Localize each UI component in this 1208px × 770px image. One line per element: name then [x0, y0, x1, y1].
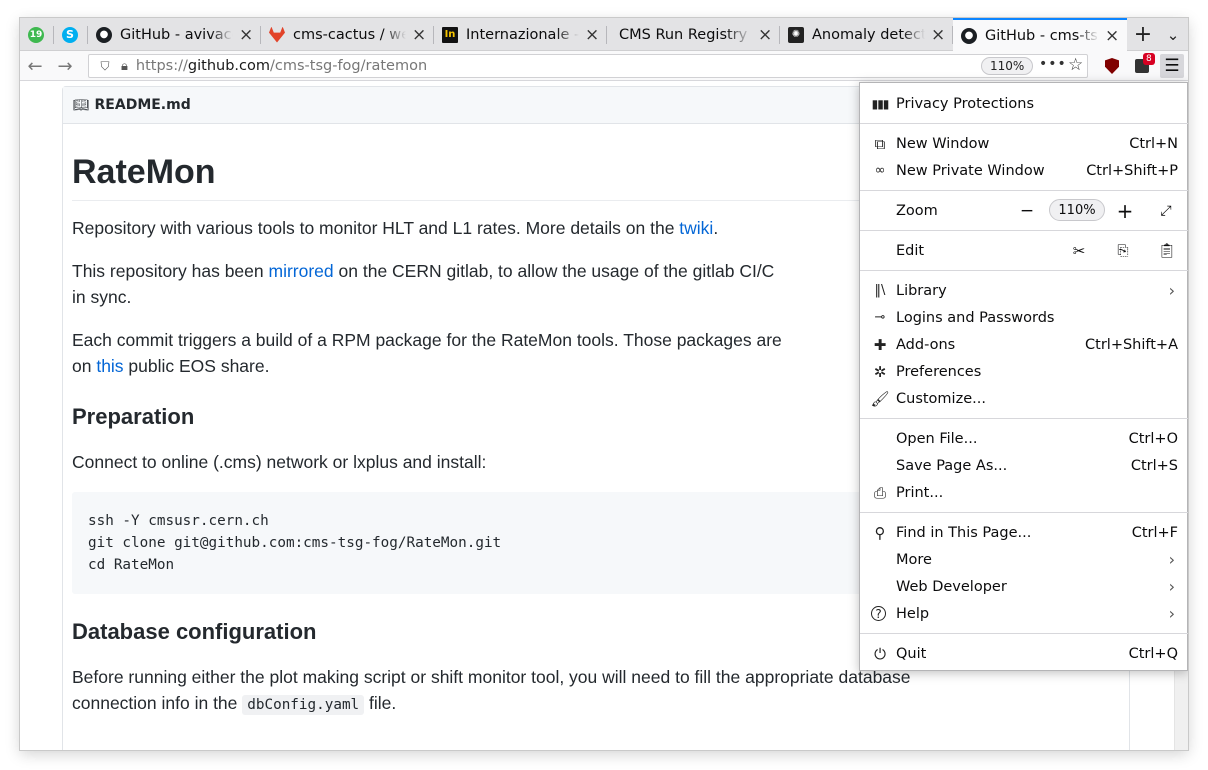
- menu-preferences[interactable]: ✲ Preferences: [860, 358, 1188, 385]
- internazionale-icon: In: [442, 26, 458, 43]
- chevron-right-icon: ›: [1168, 604, 1175, 623]
- tab-title: Anomaly detecti: [812, 26, 925, 43]
- menu-save-page[interactable]: Save Page As... Ctrl+S: [860, 452, 1188, 479]
- lock-icon[interactable]: 🔒︎: [121, 59, 128, 74]
- url-text[interactable]: https://github.com/cms-tsg-fog/ratemon: [136, 58, 427, 74]
- key-icon: ⊸: [874, 310, 886, 325]
- tab-cms-cactus[interactable]: cms-cactus / we ×: [261, 18, 434, 51]
- chart-icon: ▮▮▮: [871, 96, 890, 111]
- tab-title: CMS Run Registry: [619, 26, 748, 43]
- chevron-right-icon: ›: [1168, 550, 1175, 569]
- skype-icon: S: [62, 26, 78, 43]
- menu-new-private-window[interactable]: ∞ New Private Window Ctrl+Shift+P: [860, 157, 1188, 184]
- tab-internazionale[interactable]: In Internazionale - ×: [434, 18, 607, 51]
- nav-bar: ← → ⛉ 🔒︎ https://github.com/cms-tsg-fog/…: [20, 51, 1188, 81]
- menu-customize[interactable]: 🖌︎ Customize...: [860, 385, 1188, 412]
- mask-icon: ∞: [874, 163, 886, 178]
- menu-privacy-protections[interactable]: ▮▮▮ Privacy Protections: [860, 90, 1188, 117]
- ublock-icon[interactable]: [1100, 54, 1124, 78]
- tab-title: GitHub - avivace: [120, 26, 233, 43]
- readme-filename: README.md: [94, 97, 191, 113]
- help-icon: ?: [871, 606, 886, 621]
- cut-icon[interactable]: ✂: [1068, 237, 1090, 264]
- tab-notifications[interactable]: 19: [20, 18, 54, 51]
- extensions-icon[interactable]: 8: [1130, 53, 1155, 78]
- chevron-right-icon: ›: [1168, 577, 1175, 596]
- menu-library[interactable]: ‖\ Library ›: [860, 277, 1188, 304]
- close-icon[interactable]: ×: [1105, 27, 1119, 44]
- menu-print[interactable]: ⎙ Print...: [860, 479, 1188, 506]
- tab-skype[interactable]: S: [54, 18, 88, 51]
- paste-icon[interactable]: 📋︎: [1156, 237, 1178, 264]
- chevron-right-icon: ›: [1168, 281, 1175, 300]
- menu-zoom: Zoom − 110% + ⤢: [860, 197, 1188, 224]
- menu-open-file[interactable]: Open File... Ctrl+O: [860, 425, 1188, 452]
- menu-new-window[interactable]: ⧉ New Window Ctrl+N: [860, 130, 1188, 157]
- tab-cms-run-registry[interactable]: CMS Run Registry ×: [607, 18, 780, 51]
- hamburger-menu-icon[interactable]: ☰: [1160, 54, 1184, 78]
- back-button[interactable]: ←: [22, 54, 48, 78]
- tab-strip: 19 S ● GitHub - avivace × cms-cactus / w…: [20, 18, 1188, 51]
- menu-help[interactable]: ? Help ›: [860, 600, 1188, 627]
- forward-button[interactable]: →: [52, 54, 78, 78]
- gear-icon: ✲: [873, 362, 887, 381]
- mirrored-link[interactable]: mirrored: [269, 261, 334, 281]
- app-menu: ▮▮▮ Privacy Protections ⧉ New Window Ctr…: [859, 82, 1188, 671]
- copy-icon[interactable]: ⎘: [1112, 237, 1134, 264]
- tab-title: GitHub - cms-ts: [985, 27, 1098, 44]
- fullscreen-icon[interactable]: ⤢: [1156, 197, 1176, 224]
- tab-github-cms-tsg[interactable]: ● GitHub - cms-ts ×: [953, 18, 1127, 51]
- zoom-out-button[interactable]: −: [1016, 197, 1038, 224]
- close-icon[interactable]: ×: [585, 26, 599, 43]
- zoom-indicator[interactable]: 110%: [981, 57, 1034, 75]
- close-icon[interactable]: ×: [931, 26, 945, 43]
- zoom-reset-button[interactable]: 110%: [1049, 199, 1105, 221]
- inline-code: dbConfig.yaml: [242, 695, 365, 715]
- url-bar[interactable]: ⛉ 🔒︎ https://github.com/cms-tsg-fog/rate…: [88, 54, 1088, 78]
- github-icon: ●: [961, 27, 977, 44]
- power-icon: ⏻: [874, 644, 886, 663]
- github-icon: ●: [96, 26, 112, 43]
- library-icon: ‖\: [874, 283, 886, 298]
- browser-window: 19 S ● GitHub - avivace × cms-cactus / w…: [20, 18, 1188, 750]
- gitlab-icon: [269, 26, 285, 43]
- zoom-in-button[interactable]: +: [1114, 197, 1136, 224]
- menu-logins-passwords[interactable]: ⊸ Logins and Passwords: [860, 304, 1188, 331]
- new-window-icon: ⧉: [874, 134, 886, 153]
- puzzle-icon: ✚: [873, 335, 887, 354]
- tab-title: Internazionale -: [466, 26, 579, 43]
- tab-github-avivace[interactable]: ● GitHub - avivace ×: [88, 18, 261, 51]
- close-icon[interactable]: ×: [758, 26, 772, 43]
- menu-edit: Edit ✂ ⎘ 📋︎: [860, 237, 1188, 264]
- menu-more[interactable]: More ›: [860, 546, 1188, 573]
- printer-icon: ⎙: [873, 483, 886, 502]
- tab-title: cms-cactus / we: [293, 26, 406, 43]
- close-icon[interactable]: ×: [412, 26, 426, 43]
- menu-quit[interactable]: ⏻ Quit Ctrl+Q: [860, 640, 1188, 667]
- menu-find-in-page[interactable]: ⚲ Find in This Page... Ctrl+F: [860, 519, 1188, 546]
- new-tab-button[interactable]: +: [1128, 18, 1158, 51]
- paragraph-database: Before running either the plot making sc…: [72, 667, 911, 715]
- page-actions-icon[interactable]: •••: [1039, 56, 1067, 72]
- twiki-link[interactable]: twiki: [679, 218, 713, 238]
- eos-link[interactable]: this: [96, 356, 123, 376]
- extensions-badge: 8: [1143, 53, 1155, 65]
- search-icon: ⚲: [874, 523, 886, 542]
- tab-list-chevron-icon[interactable]: ⌄: [1158, 18, 1188, 51]
- book-icon: 📖︎: [73, 97, 90, 113]
- menu-add-ons[interactable]: ✚ Add-ons Ctrl+Shift+A: [860, 331, 1188, 358]
- bookmark-star-icon[interactable]: ☆: [1068, 55, 1083, 75]
- close-icon[interactable]: ×: [239, 26, 253, 43]
- brush-icon: 🖌︎: [870, 389, 890, 408]
- tab-anomaly-detection[interactable]: ✺ Anomaly detecti ×: [780, 18, 953, 51]
- tracking-shield-icon[interactable]: ⛉: [97, 58, 113, 74]
- anomaly-icon: ✺: [788, 26, 804, 43]
- menu-web-developer[interactable]: Web Developer ›: [860, 573, 1188, 600]
- notification-badge-icon: 19: [28, 26, 44, 43]
